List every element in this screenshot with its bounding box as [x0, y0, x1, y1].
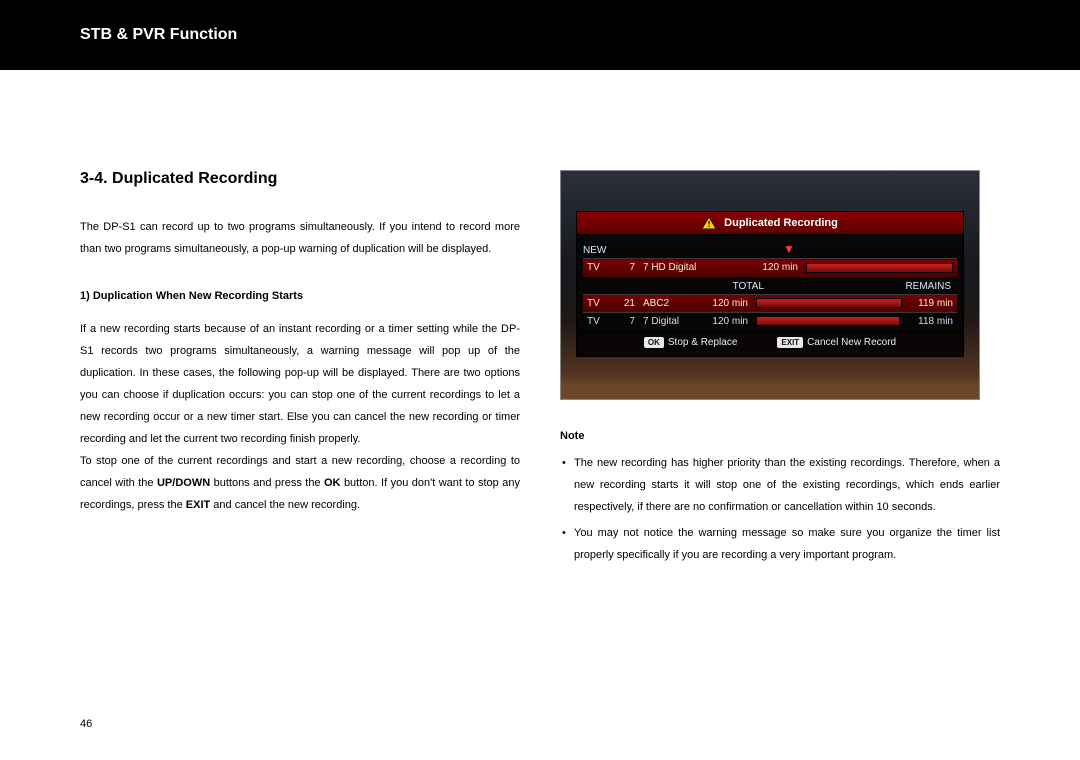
sub-heading-1: 1) Duplication When New Recording Starts [80, 290, 520, 302]
new-row-bar [802, 259, 957, 277]
exit-key-icon: EXIT [777, 337, 803, 348]
new-label: NEW [583, 245, 606, 256]
r1-type: TV [583, 294, 613, 312]
intro-paragraph: The DP-S1 can record up to two programs … [80, 216, 520, 260]
p2-ok: OK [324, 477, 341, 489]
r2-total: 120 min [698, 312, 752, 330]
note-item-1: The new recording has higher priority th… [560, 452, 1000, 518]
osd-new-table: TV 7 7 HD Digital 120 min [583, 258, 957, 277]
total-label: TOTAL [733, 281, 764, 292]
exit-action-label: Cancel New Record [807, 337, 896, 348]
p2-updown: UP/DOWN [157, 477, 210, 489]
osd-header-row: TOTAL REMAINS [583, 277, 957, 294]
manual-page: STB & PVR Function 3-4. Duplicated Recor… [0, 0, 1080, 760]
note-heading: Note [560, 430, 1000, 442]
note-item-2: You may not notice the warning message s… [560, 522, 1000, 566]
osd-existing-table: TV 21 ABC2 120 min 119 min TV 7 7 Digita… [583, 294, 957, 331]
ok-action-label: Stop & Replace [668, 337, 738, 348]
section-heading: 3-4. Duplicated Recording [80, 170, 520, 188]
tv-screenshot: Duplicated Recording NEW ▼ TV 7 7 HD Dig… [560, 170, 980, 400]
r1-bar [752, 294, 907, 312]
p2-seg-c: buttons and press the [210, 477, 324, 489]
new-row-bar-fill [807, 264, 952, 272]
osd-action-bar: OK Stop & Replace EXIT Cancel New Record [576, 331, 964, 357]
action-stop-replace: OK Stop & Replace [644, 337, 738, 348]
r2-bar-fill [757, 317, 899, 325]
p2-seg-g: and cancel the new recording. [210, 499, 360, 511]
r2-type: TV [583, 312, 613, 330]
new-row-type: TV [583, 259, 613, 277]
r2-bar [752, 312, 907, 330]
osd-title-text: Duplicated Recording [724, 217, 838, 229]
left-column: 3-4. Duplicated Recording The DP-S1 can … [80, 170, 520, 570]
new-row-total: 120 min [748, 259, 802, 277]
r1-bar-fill [757, 299, 901, 307]
r2-remains: 118 min [907, 312, 957, 330]
osd-body: NEW ▼ TV 7 7 HD Digital 120 min [576, 235, 964, 331]
existing-row-1: TV 21 ABC2 120 min 119 min [583, 294, 957, 312]
r1-total: 120 min [698, 294, 752, 312]
r2-name: 7 Digital [639, 312, 698, 330]
page-number: 46 [80, 718, 92, 730]
ok-key-icon: OK [644, 337, 664, 348]
new-row-ch: 7 [613, 259, 639, 277]
remains-label: REMAINS [905, 281, 951, 292]
r1-name: ABC2 [639, 294, 698, 312]
note-list: The new recording has higher priority th… [560, 452, 1000, 566]
new-recording-row: TV 7 7 HD Digital 120 min [583, 259, 957, 277]
r2-ch: 7 [613, 312, 639, 330]
osd-title-bar: Duplicated Recording [576, 211, 964, 235]
existing-row-2: TV 7 7 Digital 120 min 118 min [583, 312, 957, 330]
marker-down-icon: ▼ [783, 242, 795, 256]
chapter-title: STB & PVR Function [80, 26, 237, 44]
body-paragraph-1: If a new recording starts because of an … [80, 318, 520, 450]
action-cancel-new: EXIT Cancel New Record [777, 337, 896, 348]
p2-exit: EXIT [186, 499, 210, 511]
body-paragraph-2: To stop one of the current recordings an… [80, 450, 520, 516]
warning-icon [702, 217, 716, 229]
chapter-header-bar: STB & PVR Function [0, 0, 1080, 70]
new-row-name: 7 HD Digital [639, 259, 748, 277]
r1-ch: 21 [613, 294, 639, 312]
osd-panel: Duplicated Recording NEW ▼ TV 7 7 HD Dig… [576, 211, 964, 371]
content-area: 3-4. Duplicated Recording The DP-S1 can … [0, 70, 1080, 570]
right-column: Duplicated Recording NEW ▼ TV 7 7 HD Dig… [560, 170, 1000, 570]
osd-new-label-row: NEW ▼ [583, 242, 957, 258]
r1-remains: 119 min [907, 294, 957, 312]
